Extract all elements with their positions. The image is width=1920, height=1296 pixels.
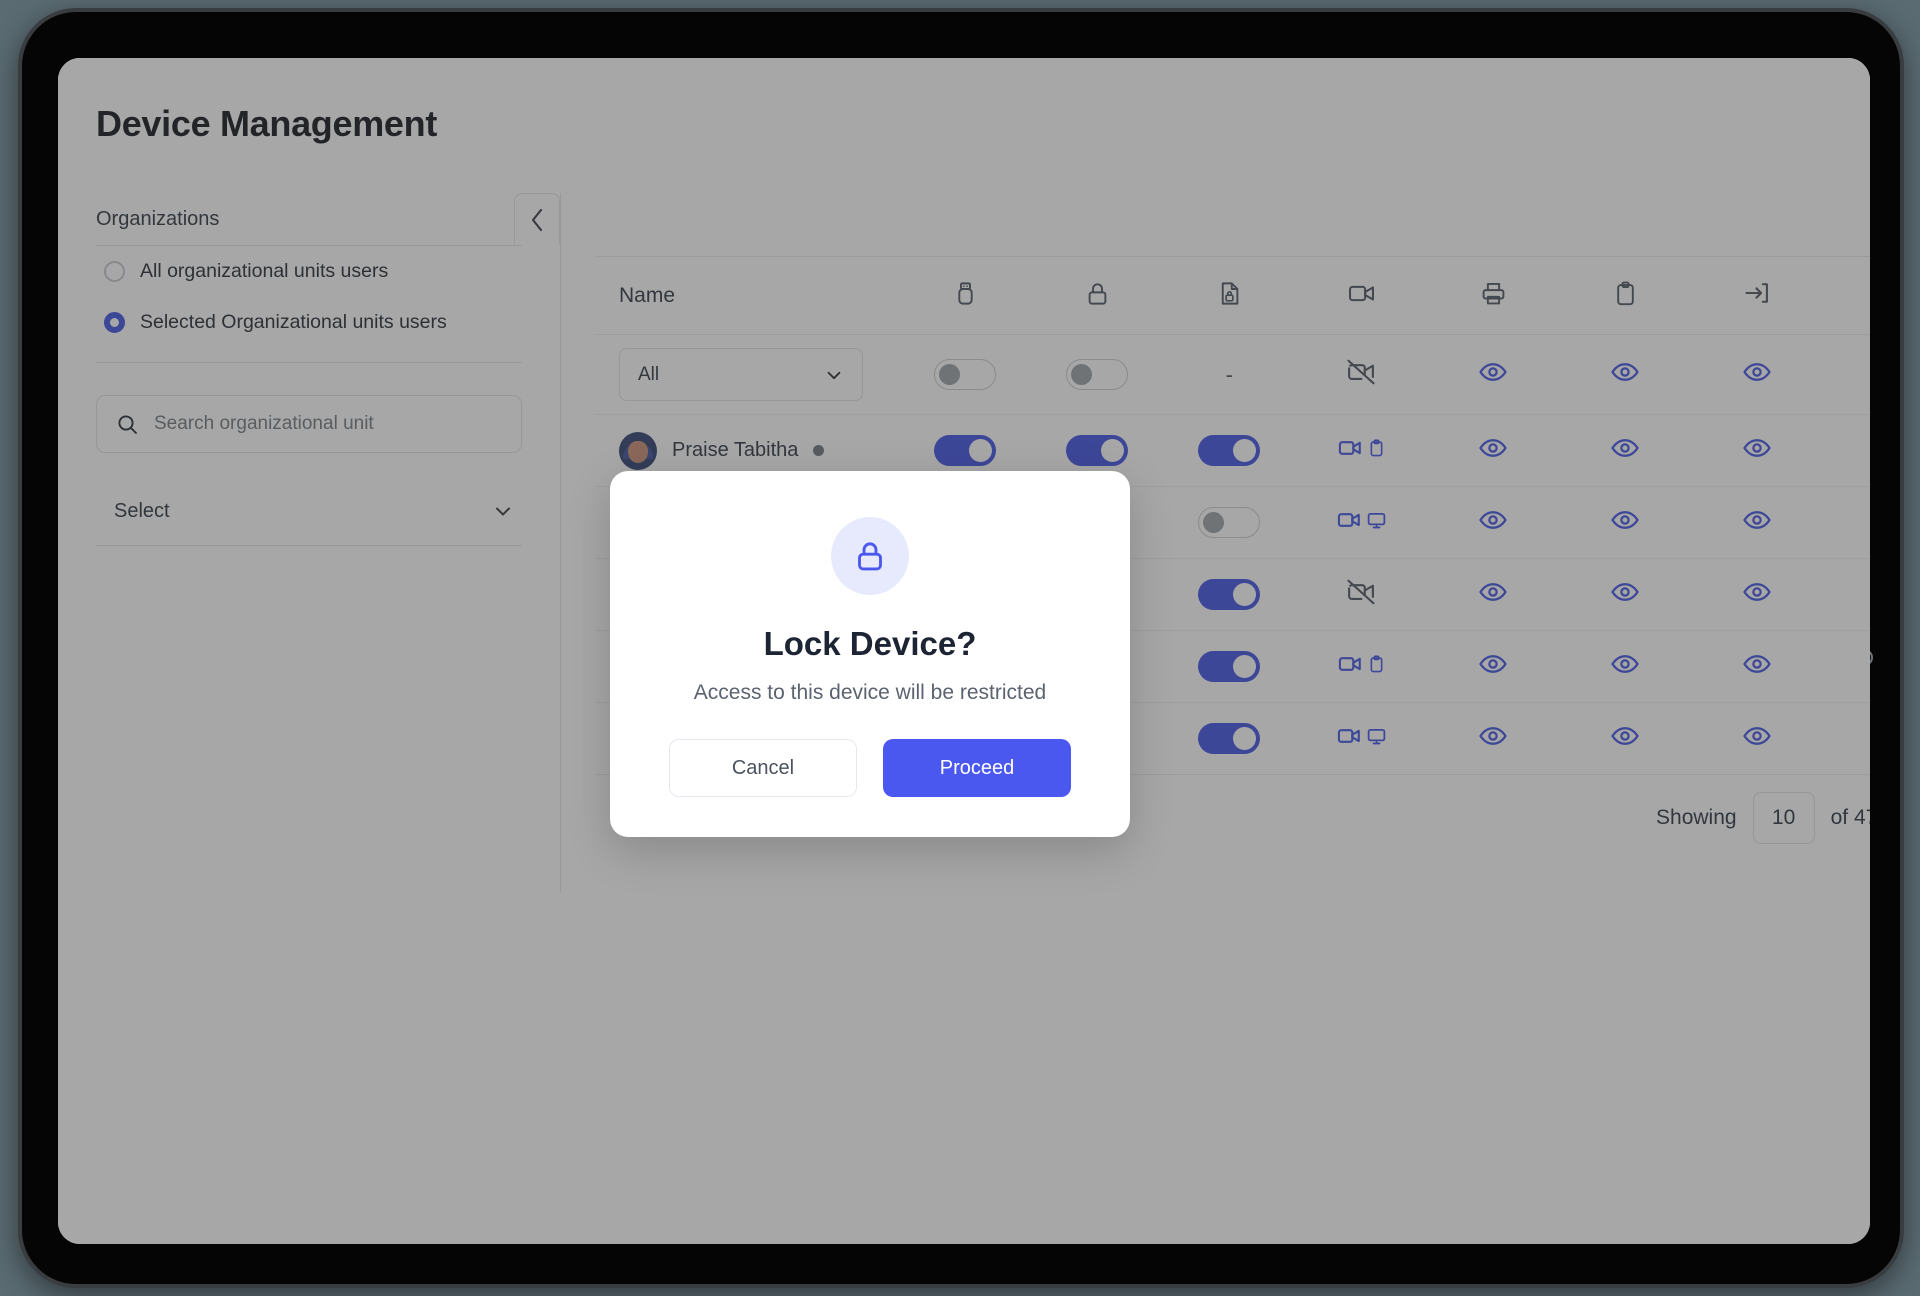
modal-title: Lock Device? [763,625,977,662]
proceed-button[interactable]: Proceed [883,739,1071,797]
tablet-screen: Device Management Organizations All orga… [58,58,1870,1244]
modal-actions: Cancel Proceed [650,739,1090,797]
tablet-device-frame: Device Management Organizations All orga… [18,8,1904,1288]
modal-icon-container [831,517,909,595]
cancel-button[interactable]: Cancel [669,739,857,797]
modal-message: Access to this device will be restricted [693,681,1047,704]
lock-device-modal: Lock Device? Access to this device will … [610,471,1130,837]
lock-icon [858,542,882,571]
